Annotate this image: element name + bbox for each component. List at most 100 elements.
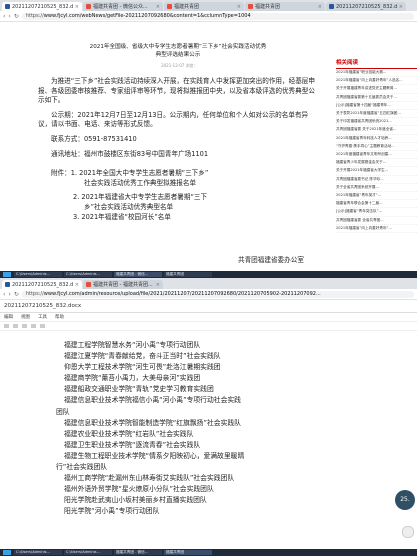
sidebar-item[interactable]: 关于开展2021年福建省大学生... [336,167,417,176]
close-icon[interactable]: × [318,4,322,10]
menu-help[interactable]: 帮助 [55,314,64,320]
attachment-1-cont[interactable]: 社会实践活动优秀工作典型拟推报名单 [38,179,318,189]
taskbar-item[interactable]: C:\Users\Adminis... [64,272,112,277]
tab-bar: 20211207210525_832.docx× 福建共青团 - 微信公众...… [0,0,417,11]
list-item: 福建卫生职业技术学院“逐流青春”社会实践队 [64,440,201,449]
article-date: 2021-12-07 浏览: [161,63,195,68]
sidebar-item[interactable]: 2021年福建省“职业技能大赛... [336,69,417,78]
word-icon [5,4,10,9]
list-item-cont: 行”社会实践团队 [56,463,108,472]
sidebar-item[interactable]: 2021年福建省“向上向善好青年”人选名... [336,77,417,86]
start-icon[interactable] [3,550,11,555]
list-item: 福州外语外贸学院“星火燎原小分队”社会实践团队 [64,485,214,494]
close-icon[interactable]: × [156,282,160,288]
sidebar-heading: 相关阅读 [336,58,417,69]
menu-edit[interactable]: 编辑 [4,314,13,320]
attachment-2-cont[interactable]: 乡”社会实践活动优秀典型名单 [38,203,318,213]
sidebar-item[interactable]: 关于表彰2021年度福建省“五四红旗团... [336,110,417,119]
taskbar-top: C:\Users\Adminis... C:\Users\Adminis... … [0,271,417,278]
list-item: 仰恩大学工程技术学院“河生可畏”赴洛江暑期实践团 [64,363,221,372]
close-icon[interactable]: × [75,4,79,10]
taskbar-item[interactable]: C:\Users\Adminis... [14,272,62,277]
list-item: 福建信息职业技术学院福信小禹“河小禹”专项行动社会实践 [64,396,241,405]
tab-fjcyl[interactable]: 福建共青团 - 福建共青团... × [83,280,163,289]
tool-icon[interactable] [22,324,27,328]
menu-tools[interactable]: 工具 [38,314,47,320]
list-item: 福州工商学院“赴漏州东山林寿街艾实践队”社会实践团队 [64,474,235,483]
sidebar-item[interactable]: “守护青春·携手同心”主题教育活动... [336,143,417,152]
address-bar: ‹ › ↻ https://www.fjcyl.com/webNews/getF… [0,11,417,22]
sidebar-item[interactable]: 2021年福建省“青年英才”... [336,192,417,201]
sidebar-item[interactable]: 共青团福建省委 全省共青团... [336,217,417,225]
attachment-2[interactable]: 2. 2021年福建省大中专学生志愿者暑期“三下 [38,193,318,203]
scroll-top-button[interactable] [402,526,414,538]
close-icon[interactable]: × [237,4,241,10]
menu-bar: 编辑 视图 工具 帮助 [0,313,417,322]
tool-icon[interactable] [13,324,18,328]
taskbar-item[interactable]: 福建共青团 [164,272,212,277]
tab-wechat[interactable]: 福建共青团 - 微信公众... × [83,2,163,11]
url-input[interactable]: https://www.fjcyl.com/webNews/getFile-20… [21,12,414,20]
article-title: 2021年全国级、省级大中专学生志愿者暑期“三下乡”社会实践活动优秀 典型评选结… [89,44,267,58]
taskbar-bottom: C:\Users\Adminis... C:\Users\Adminis... … [0,549,417,556]
paragraph-period: 公示期：2021年12月7日至12月13日。公示期内，任何单位和个人如对公示的名… [38,110,309,129]
list-item: 福建船政交通职业学院“青轨”党史学习教育实践团 [64,385,214,394]
page-number-badge[interactable]: 25. [395,490,415,510]
taskbar-item[interactable]: C:\Users\Adminis... [14,550,62,555]
list-item: 阳光学院“河小禹”专项行动团队 [64,507,160,516]
reload-icon[interactable]: ↻ [14,291,19,298]
tab-fjcyl-2[interactable]: 福建共青团 × [245,2,325,11]
taskbar-item[interactable]: 福建共青团 - 微信... [114,550,162,555]
document-name: 20211207210525_832.docx [0,300,417,313]
tab-docx[interactable]: 20211207210525_832.docx× [2,2,82,11]
tab-docx[interactable]: 20211207210525_832.docx× [2,280,82,289]
close-icon[interactable]: × [399,4,403,10]
word-icon [329,4,334,9]
tab-bar: 20211207210525_832.docx× 福建共青团 - 福建共青团..… [0,278,417,289]
sidebar-item[interactable]: 关于开展福建青年讲述党史主题教育... [336,85,417,94]
back-icon[interactable]: ‹ [3,291,5,298]
attachment-3[interactable]: 3. 2021年福建省“校园河长”名单 [38,213,318,223]
forward-icon[interactable]: › [8,291,10,298]
reload-icon[interactable]: ↻ [14,13,19,20]
site-icon [86,4,91,9]
close-icon[interactable]: × [156,4,160,10]
site-icon [248,4,253,9]
back-icon[interactable]: ‹ [3,13,5,20]
sidebar-item[interactable]: 福建省青年联合会第十二届... [336,200,417,209]
start-icon[interactable] [3,272,11,277]
taskbar-item[interactable]: C:\Users\Adminis... [64,550,112,555]
list-item-cont: 团队 [56,407,70,416]
close-icon[interactable]: × [75,282,79,288]
address-bar: ‹ › ↻ https://www.fjcyl.com/admin/resour… [0,289,417,300]
forward-icon[interactable]: › [8,13,10,20]
sidebar-item[interactable]: [公示]福建省第十四届“福建青年... [336,102,417,111]
tool-icon[interactable] [40,324,45,328]
document-body: 福建工程学院智慧水务“河小禹”专项行动团队 福建江夏学院“青春献给党，奋斗正当时… [56,340,346,518]
taskbar-item[interactable]: 福建共青团 - 微信... [114,272,162,277]
sidebar-item[interactable]: 福建省青少年发展基金会关于... [336,159,417,168]
toolbar [0,322,417,331]
sidebar-item[interactable]: 共青团福建省委第十五届委员会关于... [336,94,417,102]
sidebar-item[interactable]: 关于印发福建省共青团系统2021... [336,118,417,127]
url-input[interactable]: https://www.fjcyl.com/admin/resource/upl… [21,290,414,298]
sidebar-item[interactable]: 2021年福建省“向上向善好青年”... [336,225,417,234]
tab-docx-2[interactable]: 20211207210525_832.docx× [326,2,406,11]
word-icon [5,282,10,287]
tab-fjcyl[interactable]: 福建共青团 × [164,2,244,11]
tool-icon[interactable] [31,324,36,328]
tool-icon[interactable] [4,324,9,328]
sidebar-item[interactable]: 共青团福建省委书记 陈华珍... [336,176,417,184]
menu-view[interactable]: 视图 [21,314,30,320]
sidebar-item[interactable]: [公示]福建省“青年突击队”... [336,208,417,217]
contact-phone: 联系方式：0591-87531410 [51,134,137,143]
sidebar-item[interactable]: 共青团福建省委 关于2021年度全省... [336,126,417,135]
sidebar-item[interactable]: 关于全省共青团系统开展... [336,184,417,193]
sidebar-item[interactable]: 2021年度福建省青年文明号创建... [336,151,417,160]
sidebar-item[interactable]: 2021年福建省青年科技人才培养... [336,135,417,143]
attachment-1[interactable]: 附件：1. 2021年全国大中专学生志愿者暑期“三下乡” [38,169,318,179]
signature: 共青团福建省委办公室 [238,256,304,264]
article: 2021年全国级、省级大中专学生志愿者暑期“三下乡”社会实践活动优秀 典型评选结… [38,24,318,222]
list-item: 福建江夏学院“青春献给党，奋斗正当时”社会实践队 [64,352,221,361]
taskbar-item[interactable]: 福建共青团 [164,550,212,555]
